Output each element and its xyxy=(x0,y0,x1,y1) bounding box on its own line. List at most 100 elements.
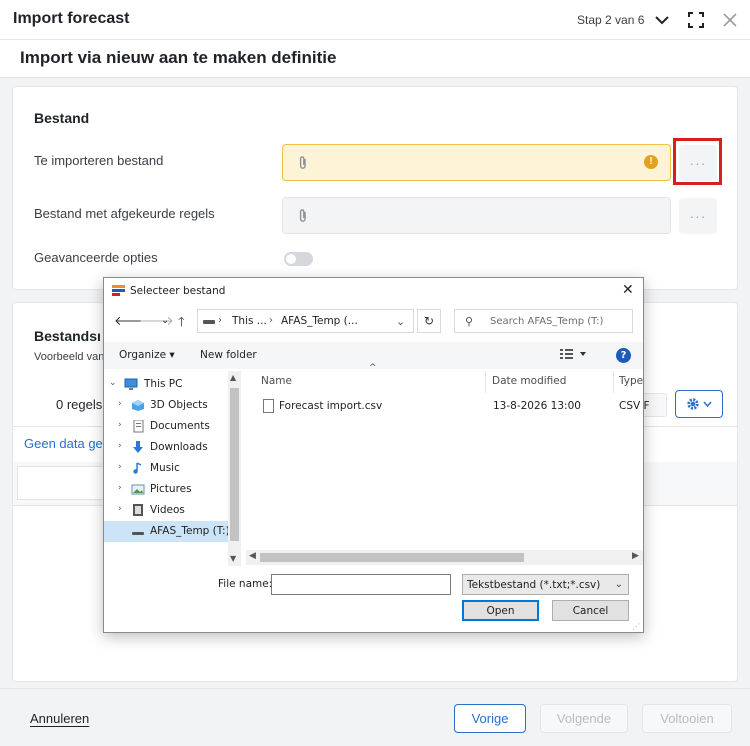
column-header-type[interactable]: Type xyxy=(619,375,643,387)
warning-icon: ! xyxy=(644,155,658,169)
chevron-down-icon: ⌄ xyxy=(614,579,623,590)
no-data-link[interactable]: Geen data ge xyxy=(24,436,103,451)
previous-button[interactable]: Vorige xyxy=(454,704,526,733)
list-scrollbar[interactable]: ◀ ▶ xyxy=(246,550,643,565)
tree-item-label: 3D Objects xyxy=(150,399,208,411)
file-type-select[interactable]: Tekstbestand (*.txt;*.csv) ⌄ xyxy=(462,574,629,595)
file-date: 13-8-2026 13:00 xyxy=(493,400,581,412)
expander-icon[interactable]: › xyxy=(118,462,122,472)
tree-item-documents[interactable]: › Documents xyxy=(104,416,228,437)
app-icon xyxy=(112,285,125,296)
help-icon[interactable]: ? xyxy=(616,348,631,363)
window-title: Import forecast xyxy=(13,10,130,27)
drive-icon xyxy=(132,532,144,535)
column-separator[interactable] xyxy=(485,371,486,393)
expander-icon[interactable]: › xyxy=(118,420,122,430)
organize-menu[interactable]: Organize ▾ xyxy=(119,349,175,361)
wizard-subheader: Import via nieuw aan te maken definitie xyxy=(0,40,750,78)
column-header-name[interactable]: Name xyxy=(261,375,292,387)
paperclip-icon xyxy=(296,208,310,224)
column-separator[interactable] xyxy=(613,371,614,393)
file-name-label: File name: xyxy=(218,578,273,590)
sort-indicator-icon: ^ xyxy=(369,363,377,373)
dialog-close-icon[interactable]: ✕ xyxy=(622,282,634,298)
gear-icon xyxy=(687,398,699,410)
top-bar: Import forecast Stap 2 van 6 xyxy=(0,0,750,40)
paperclip-icon xyxy=(296,155,310,171)
chevron-down-icon[interactable] xyxy=(652,10,672,30)
wizard-footer xyxy=(0,688,750,746)
documents-icon xyxy=(133,420,144,433)
recent-dropdown-icon[interactable]: ⌄ xyxy=(161,315,169,326)
page-title: Import via nieuw aan te maken definitie xyxy=(20,48,337,67)
open-button[interactable]: Open xyxy=(462,600,539,621)
tree-item-label: Music xyxy=(150,462,180,474)
address-dropdown-icon[interactable]: ⌄ xyxy=(396,315,405,328)
refresh-icon[interactable]: ↻ xyxy=(417,309,441,333)
file-name: Forecast import.csv xyxy=(279,400,383,412)
expander-icon[interactable]: › xyxy=(118,483,122,493)
tree-item-label: Videos xyxy=(150,504,185,516)
drive-icon xyxy=(203,320,215,324)
tree-item-this-pc[interactable]: ⌄ This PC xyxy=(104,374,228,395)
file-type: CSV F xyxy=(619,400,650,412)
tree-scroll-thumb[interactable] xyxy=(230,388,239,541)
file-list: Name ^ Date modified Type Forecast impor… xyxy=(242,363,650,566)
expander-icon[interactable]: ⌄ xyxy=(109,378,117,388)
tree-scrollbar[interactable]: ▲ ▼ xyxy=(228,371,241,566)
downloads-icon xyxy=(133,441,143,453)
music-icon xyxy=(133,462,142,474)
up-arrow-icon[interactable]: 🡑 xyxy=(178,313,185,335)
new-folder-button[interactable]: New folder xyxy=(200,349,257,361)
rejected-file-label: Bestand met afgekeurde regels xyxy=(34,206,215,221)
scroll-down-icon[interactable]: ▼ xyxy=(230,554,236,563)
dialog-cancel-button[interactable]: Cancel xyxy=(552,600,629,621)
search-icon: ⚲ xyxy=(465,315,474,328)
file-type-value: Tekstbestand (*.txt;*.csv) xyxy=(467,579,601,591)
expand-icon[interactable] xyxy=(686,10,706,30)
tree-item-label: AFAS_Temp (T:) xyxy=(150,525,230,537)
file-icon xyxy=(263,399,274,413)
cancel-link[interactable]: Annuleren xyxy=(30,711,89,726)
tree-item-label: Pictures xyxy=(150,483,192,495)
settings-button[interactable] xyxy=(675,390,723,418)
scroll-left-icon[interactable]: ◀ xyxy=(249,551,256,561)
list-scroll-thumb[interactable] xyxy=(260,553,524,562)
address-segment-drive[interactable]: AFAS_Temp (... xyxy=(281,315,358,327)
address-bar[interactable]: › This ... › AFAS_Temp (... ⌄ xyxy=(197,309,414,333)
folder-tree: ⌄ This PC › 3D Objects › Documents › Dow… xyxy=(104,371,242,566)
expander-icon[interactable]: › xyxy=(118,399,122,409)
section-title-bestandsinfo: Bestandsı xyxy=(34,328,101,344)
browse-rejected-file-button: ··· xyxy=(679,198,717,234)
column-header-date[interactable]: Date modified xyxy=(492,375,566,387)
row-count: 0 regels xyxy=(56,397,103,412)
tree-item-afas-temp[interactable]: AFAS_Temp (T:) xyxy=(104,521,230,542)
rejected-file-input xyxy=(282,197,671,234)
advanced-options-label: Geavanceerde opties xyxy=(34,250,158,265)
expander-icon[interactable]: › xyxy=(118,441,122,451)
tree-item-pictures[interactable]: › Pictures xyxy=(104,479,228,500)
scroll-right-icon[interactable]: ▶ xyxy=(632,551,639,561)
tree-item-label: Downloads xyxy=(150,441,208,453)
import-file-label: Te importeren bestand xyxy=(34,153,164,168)
close-icon[interactable] xyxy=(720,10,740,30)
tree-item-3d-objects[interactable]: › 3D Objects xyxy=(104,395,228,416)
pictures-icon xyxy=(131,484,145,495)
videos-icon xyxy=(133,504,143,516)
scroll-up-icon[interactable]: ▲ xyxy=(230,373,236,382)
file-dialog: Selecteer bestand ✕ 🡐 🡒 ⌄ 🡑 › This ... ›… xyxy=(103,277,650,633)
view-options-icon[interactable] xyxy=(560,349,588,362)
tree-item-downloads[interactable]: › Downloads xyxy=(104,437,228,458)
chevron-down-icon xyxy=(703,401,712,407)
expander-icon[interactable]: › xyxy=(118,504,122,514)
advanced-options-toggle[interactable] xyxy=(284,252,313,266)
section-title-bestand: Bestand xyxy=(34,110,90,126)
search-box[interactable]: ⚲ Search AFAS_Temp (T:) xyxy=(454,309,633,333)
address-segment-this-pc[interactable]: This ... xyxy=(232,315,267,327)
resize-grip-icon[interactable]: ⋰ xyxy=(632,622,641,631)
dialog-title-bar: Selecteer bestand ✕ xyxy=(104,278,643,304)
tree-item-videos[interactable]: › Videos xyxy=(104,500,228,521)
import-file-input[interactable] xyxy=(282,144,671,181)
file-name-input[interactable] xyxy=(271,574,451,595)
tree-item-music[interactable]: › Music xyxy=(104,458,228,479)
